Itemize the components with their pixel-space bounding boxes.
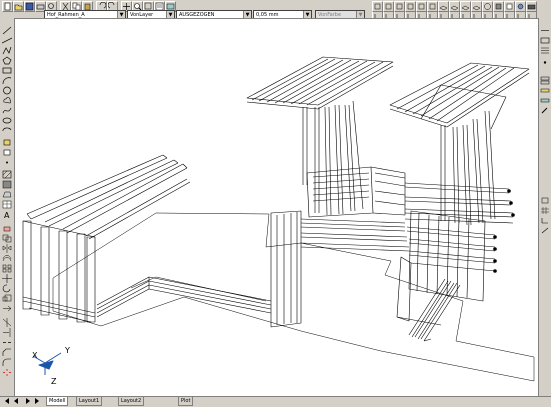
explode-tool-icon[interactable] bbox=[2, 368, 12, 377]
view-sw-iso-icon[interactable] bbox=[438, 1, 449, 12]
layer-state-icon[interactable] bbox=[540, 96, 550, 105]
draw-toolbar: A bbox=[0, 24, 15, 394]
view-back-icon[interactable] bbox=[427, 1, 438, 12]
cloud-tool-icon[interactable] bbox=[2, 96, 12, 105]
polyline-tool-icon[interactable] bbox=[2, 46, 12, 55]
point-tool-icon[interactable] bbox=[2, 158, 12, 167]
ucs-z-label: Z bbox=[51, 377, 57, 386]
view-se-iso-icon[interactable] bbox=[449, 1, 460, 12]
tab-scroll-arrows[interactable] bbox=[2, 397, 44, 405]
modify-toolbar bbox=[537, 24, 551, 394]
area-icon[interactable] bbox=[540, 36, 550, 45]
ucs-y-label: Y bbox=[65, 346, 70, 355]
array-tool-icon[interactable] bbox=[2, 264, 12, 273]
match-prop-icon[interactable] bbox=[540, 106, 550, 115]
copy-tool-icon[interactable] bbox=[2, 234, 12, 243]
wireframe-model bbox=[22, 56, 535, 382]
open-file-icon[interactable] bbox=[13, 1, 24, 12]
hatch-tool-icon[interactable] bbox=[2, 170, 12, 179]
hide-icon[interactable] bbox=[504, 1, 515, 12]
ellipse-arc-tool-icon[interactable] bbox=[2, 126, 12, 135]
rotate-tool-icon[interactable] bbox=[2, 284, 12, 293]
make-block-icon[interactable] bbox=[2, 148, 12, 157]
svg-text:A: A bbox=[4, 211, 10, 219]
upper-right-panel bbox=[389, 62, 530, 130]
dist-icon[interactable] bbox=[540, 26, 550, 35]
locate-point-icon[interactable] bbox=[540, 58, 550, 67]
mirror-tool-icon[interactable] bbox=[2, 244, 12, 253]
view-top-icon[interactable] bbox=[372, 1, 383, 12]
view-front-icon[interactable] bbox=[416, 1, 427, 12]
xline-tool-icon[interactable] bbox=[1, 36, 13, 45]
new-file-icon[interactable] bbox=[2, 1, 13, 12]
offset-tool-icon[interactable] bbox=[2, 254, 12, 263]
grid-icon[interactable] bbox=[540, 206, 550, 215]
save-icon[interactable] bbox=[24, 1, 35, 12]
front-pipes bbox=[408, 278, 461, 342]
shade-icon[interactable] bbox=[493, 1, 504, 12]
arc-tool-icon[interactable] bbox=[2, 76, 12, 85]
view-bottom-icon[interactable] bbox=[383, 1, 394, 12]
rectangle-tool-icon[interactable] bbox=[2, 66, 12, 75]
middle-box bbox=[306, 166, 406, 218]
render-icon[interactable] bbox=[515, 1, 526, 12]
mtext-tool-icon[interactable]: A bbox=[2, 210, 12, 220]
fillet-tool-icon[interactable] bbox=[2, 358, 12, 367]
ellipse-tool-icon[interactable] bbox=[2, 116, 12, 125]
chamfer-tool-icon[interactable] bbox=[2, 348, 12, 357]
base-outline bbox=[52, 212, 535, 382]
ucs-x-label: X bbox=[32, 351, 38, 360]
scale-tool-icon[interactable] bbox=[2, 294, 12, 303]
gradient-tool-icon[interactable] bbox=[2, 180, 12, 189]
left-rails bbox=[26, 154, 191, 240]
snap-icon[interactable] bbox=[540, 196, 550, 205]
polar-icon[interactable] bbox=[540, 226, 550, 235]
view-ne-iso-icon[interactable] bbox=[460, 1, 471, 12]
table-tool-icon[interactable] bbox=[2, 200, 12, 209]
orbit-icon[interactable] bbox=[482, 1, 493, 12]
insert-block-icon[interactable] bbox=[2, 138, 12, 147]
layer-previous-icon[interactable] bbox=[540, 86, 550, 95]
list-icon[interactable] bbox=[540, 46, 550, 55]
view-right-icon[interactable] bbox=[405, 1, 416, 12]
view-left-icon[interactable] bbox=[394, 1, 405, 12]
view-nw-iso-icon[interactable] bbox=[471, 1, 482, 12]
upper-left-panel bbox=[246, 56, 394, 110]
polygon-tool-icon[interactable] bbox=[2, 56, 12, 65]
spline-tool-icon[interactable] bbox=[2, 106, 12, 115]
ortho-icon[interactable] bbox=[540, 216, 550, 225]
extend-tool-icon[interactable] bbox=[2, 328, 12, 337]
trim-tool-icon[interactable] bbox=[2, 318, 12, 327]
drawing-canvas[interactable]: X Y Z bbox=[14, 18, 539, 398]
left-frame bbox=[22, 220, 96, 323]
circle-tool-icon[interactable] bbox=[2, 86, 12, 95]
move-tool-icon[interactable] bbox=[2, 274, 12, 283]
center-panel bbox=[270, 210, 302, 328]
line-tool-icon[interactable] bbox=[2, 26, 12, 35]
right-hanging-tubes bbox=[440, 110, 496, 226]
right-rails bbox=[404, 182, 515, 273]
region-tool-icon[interactable] bbox=[2, 190, 12, 199]
camera-icon[interactable] bbox=[526, 1, 537, 12]
stretch-tool-icon[interactable] bbox=[2, 304, 12, 313]
erase-tool-icon[interactable] bbox=[2, 224, 12, 233]
layer-properties-icon[interactable] bbox=[540, 76, 550, 85]
break-tool-icon[interactable] bbox=[2, 338, 12, 347]
